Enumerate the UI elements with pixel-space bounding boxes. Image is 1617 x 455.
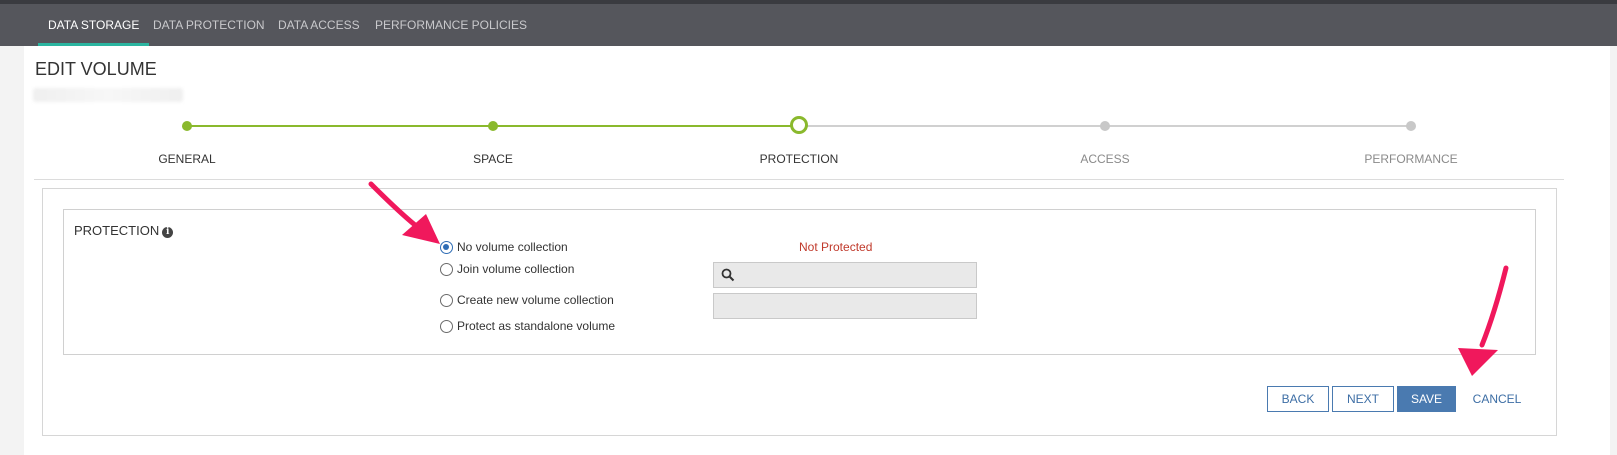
- search-icon: [721, 268, 735, 282]
- back-button[interactable]: BACK: [1267, 386, 1329, 412]
- tab-data-storage[interactable]: DATA STORAGE: [38, 4, 150, 46]
- section-title: PROTECTION i: [74, 223, 174, 238]
- radio-label: Join volume collection: [457, 262, 575, 276]
- step-dot-performance[interactable]: [1406, 121, 1416, 131]
- step-label-general[interactable]: GENERAL: [107, 152, 267, 166]
- wizard-stepper: GENERAL SPACE PROTECTION ACCESS PERFORMA…: [34, 112, 1564, 182]
- radio-label: Create new volume collection: [457, 293, 614, 307]
- step-dot-protection[interactable]: [790, 116, 808, 134]
- tab-data-access[interactable]: DATA ACCESS: [268, 4, 370, 46]
- section-title-text: PROTECTION: [74, 223, 160, 238]
- protection-section: PROTECTION i No volume collection Join vo…: [63, 209, 1536, 355]
- top-nav-bar: DATA STORAGE DATA PROTECTION DATA ACCESS…: [0, 0, 1617, 46]
- radio-button[interactable]: [440, 262, 453, 276]
- step-label-space[interactable]: SPACE: [413, 152, 573, 166]
- radio-standalone-volume[interactable]: Protect as standalone volume: [440, 319, 615, 333]
- step-label-performance[interactable]: PERFORMANCE: [1331, 152, 1491, 166]
- protection-panel: PROTECTION i No volume collection Join vo…: [42, 188, 1557, 436]
- radio-no-volume-collection[interactable]: No volume collection: [440, 240, 568, 254]
- tab-data-protection[interactable]: DATA PROTECTION: [143, 4, 275, 46]
- step-dot-space[interactable]: [488, 121, 498, 131]
- protection-status: Not Protected: [799, 240, 873, 254]
- page-scrollbar[interactable]: [1610, 46, 1617, 455]
- step-label-protection[interactable]: PROTECTION: [719, 152, 879, 166]
- cancel-button[interactable]: CANCEL: [1464, 386, 1530, 412]
- radio-button[interactable]: [440, 293, 453, 307]
- edit-volume-page: EDIT VOLUME GENERAL SPACE PROTECTION ACC…: [24, 46, 1617, 455]
- step-dot-access[interactable]: [1100, 121, 1110, 131]
- radio-create-volume-collection[interactable]: Create new volume collection: [440, 293, 614, 307]
- info-icon[interactable]: i: [162, 227, 174, 238]
- collection-search-input[interactable]: [713, 262, 977, 288]
- step-label-access[interactable]: ACCESS: [1025, 152, 1185, 166]
- radio-join-volume-collection[interactable]: Join volume collection: [440, 262, 574, 276]
- radio-button[interactable]: [440, 319, 453, 333]
- redacted-volume-name: [33, 88, 183, 102]
- step-dot-general[interactable]: [182, 121, 192, 131]
- next-button[interactable]: NEXT: [1332, 386, 1394, 412]
- radio-label: Protect as standalone volume: [457, 319, 616, 333]
- new-collection-name-input[interactable]: [713, 293, 977, 319]
- radio-label: No volume collection: [457, 240, 568, 254]
- tab-performance-policies[interactable]: PERFORMANCE POLICIES: [365, 4, 537, 46]
- divider: [34, 179, 1564, 180]
- radio-button-checked[interactable]: [440, 240, 453, 254]
- page-title: EDIT VOLUME: [35, 59, 157, 79]
- save-button[interactable]: SAVE: [1397, 386, 1456, 412]
